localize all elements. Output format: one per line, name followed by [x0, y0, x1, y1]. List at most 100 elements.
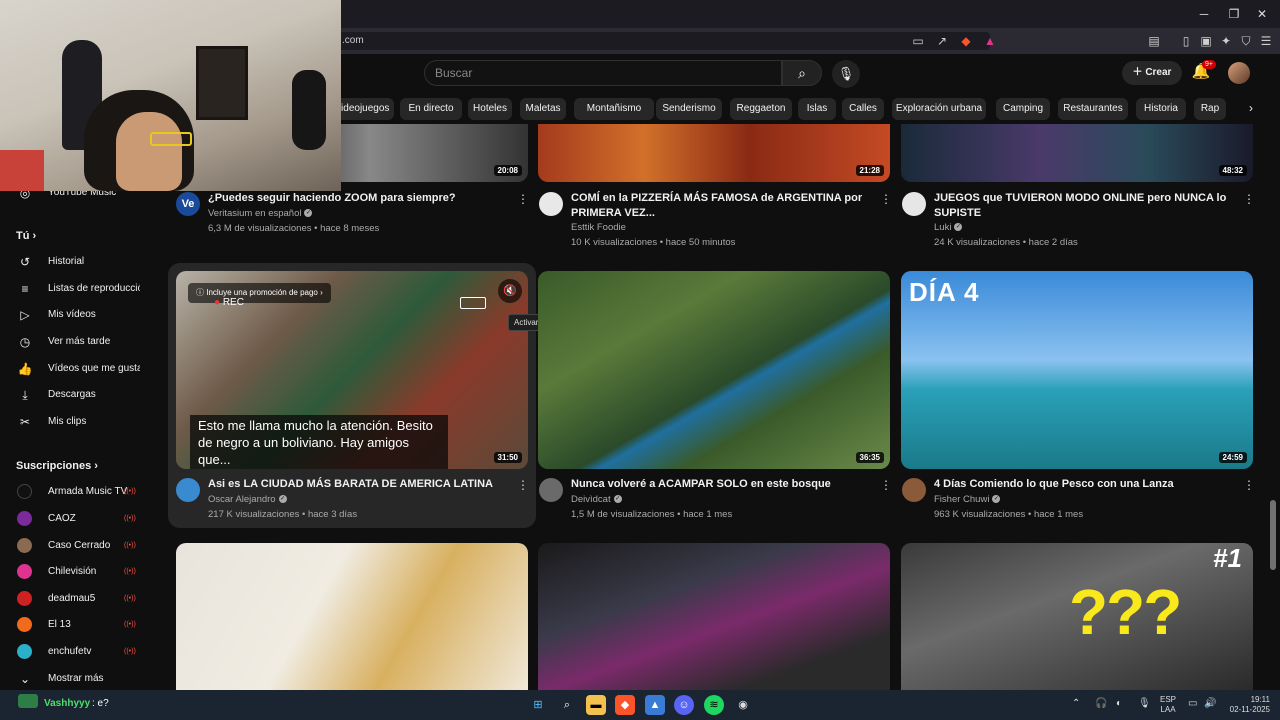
- channel-avatar[interactable]: [539, 192, 563, 216]
- photos-icon[interactable]: ▲: [645, 695, 665, 715]
- microphone-tray-icon[interactable]: 🎙: [1138, 698, 1151, 709]
- steam-icon[interactable]: ◐: [1116, 698, 1122, 709]
- volume-icon[interactable]: 🔊: [1204, 698, 1216, 709]
- clock[interactable]: 19:11 02-11-2025: [1226, 695, 1270, 715]
- more-options-icon[interactable]: ⋮: [1243, 192, 1255, 206]
- channel-avatar[interactable]: [902, 192, 926, 216]
- cast-icon[interactable]: ▭: [910, 33, 926, 49]
- video-thumbnail[interactable]: 36:35: [538, 271, 890, 469]
- brave-rewards-icon[interactable]: ▲: [982, 33, 998, 49]
- file-explorer-icon[interactable]: ▬: [586, 695, 606, 715]
- subscription-caoz[interactable]: CAOZ ((•)): [0, 506, 160, 532]
- chip-restaurantes[interactable]: Restaurantes: [1058, 98, 1128, 120]
- chip-maletas[interactable]: Maletas: [520, 98, 566, 120]
- video-preview[interactable]: ⓘ Incluye una promoción de pago › ● REC …: [176, 271, 528, 469]
- channel-name[interactable]: Deivìdcat ✓: [571, 492, 622, 507]
- you-heading[interactable]: Tú ›: [16, 230, 36, 242]
- chip-rap[interactable]: Rap: [1194, 98, 1226, 120]
- channel-avatar[interactable]: Ve: [176, 192, 200, 216]
- chip-reggaeton[interactable]: Reggaeton: [730, 98, 792, 120]
- close-icon[interactable]: ✕: [1254, 6, 1270, 22]
- channel-avatar[interactable]: [176, 478, 200, 502]
- subscription-el-13[interactable]: El 13 ((•)): [0, 612, 160, 638]
- channel-name[interactable]: Fisher Chuwi ✓: [934, 492, 1001, 507]
- channel-avatar[interactable]: [902, 478, 926, 502]
- chip-montanismo[interactable]: Montañismo: [574, 98, 654, 120]
- chip-exploracion-urbana[interactable]: Exploración urbana: [892, 98, 986, 120]
- chevron-up-icon[interactable]: ⌃: [1072, 698, 1080, 709]
- reader-icon[interactable]: ▤: [1146, 33, 1162, 49]
- show-more-button[interactable]: ⌄ Mostrar más: [0, 666, 160, 692]
- subscription-caso-cerrado[interactable]: Caso Cerrado ((•)): [0, 533, 160, 559]
- chips-next-button[interactable]: ›: [1240, 97, 1262, 119]
- more-options-icon[interactable]: ⋮: [517, 478, 529, 492]
- chip-calles[interactable]: Calles: [842, 98, 884, 120]
- video-thumbnail[interactable]: #1 ???: [901, 543, 1253, 690]
- subscription-armada-music-tv[interactable]: Armada Music TV ((•)): [0, 479, 160, 505]
- video-thumbnail[interactable]: 21:28: [538, 124, 890, 182]
- more-options-icon[interactable]: ⋮: [880, 478, 892, 492]
- taskbar-search-icon[interactable]: ⌕: [557, 695, 577, 715]
- video-thumbnail[interactable]: DÍA 4 24:59: [901, 271, 1253, 469]
- channel-name[interactable]: Esttik Foodie: [571, 220, 626, 235]
- channel-avatar[interactable]: [539, 478, 563, 502]
- video-thumbnail[interactable]: [538, 543, 890, 690]
- video-thumbnail[interactable]: 48:32: [901, 124, 1253, 182]
- create-button[interactable]: ＋ Crear: [1122, 61, 1182, 85]
- language-indicator[interactable]: ESP LAA: [1160, 695, 1176, 715]
- spotify-icon[interactable]: ≋: [704, 695, 724, 715]
- video-title[interactable]: Nunca volveré a ACAMPAR SOLO en este bos…: [571, 477, 867, 492]
- subscription-chilevision[interactable]: Chilevisión ((•)): [0, 559, 160, 585]
- video-title[interactable]: ¿Puedes seguir haciendo ZOOM para siempr…: [208, 191, 504, 206]
- restore-icon[interactable]: ❐: [1226, 6, 1242, 22]
- chip-senderismo[interactable]: Senderismo: [656, 98, 722, 120]
- video-title[interactable]: 4 Días Comiendo lo que Pesco con una Lan…: [934, 477, 1230, 492]
- sidebar-item-liked[interactable]: 👍 Vídeos que me gustan: [0, 356, 160, 382]
- video-title[interactable]: JUEGOS que TUVIERON MODO ONLINE pero NUN…: [934, 191, 1230, 221]
- discord-icon[interactable]: ☺: [674, 695, 694, 715]
- more-options-icon[interactable]: ⋮: [1243, 478, 1255, 492]
- minimize-icon[interactable]: ─: [1196, 6, 1212, 22]
- address-bar[interactable]: .com: [330, 32, 990, 50]
- chip-hoteles[interactable]: Hoteles: [468, 98, 512, 120]
- more-options-icon[interactable]: ⋮: [880, 192, 892, 206]
- subscription-enchufetv[interactable]: enchufetv ((•)): [0, 639, 160, 665]
- sidebar-item-my-videos[interactable]: ▷ Mis vídeos: [0, 302, 160, 328]
- search-button[interactable]: ⌕: [782, 60, 822, 86]
- subscription-deadmau5[interactable]: deadmau5 ((•)): [0, 586, 160, 612]
- paid-promotion-badge[interactable]: ⓘ Incluye una promoción de pago ›: [188, 283, 331, 303]
- channel-name[interactable]: Oscar Alejandro ✓: [208, 492, 287, 507]
- wallet-icon[interactable]: ▣: [1198, 33, 1214, 49]
- sidebar-item-historial[interactable]: ↺ Historial: [0, 249, 160, 275]
- sidebar-item-watch-later[interactable]: ◷ Ver más tarde: [0, 329, 160, 355]
- obs-icon[interactable]: ◉: [733, 695, 753, 715]
- channel-name[interactable]: Luki ✓: [934, 220, 963, 235]
- chip-historia[interactable]: Historia: [1136, 98, 1186, 120]
- chip-camping[interactable]: Camping: [996, 98, 1050, 120]
- chip-en-directo[interactable]: En directo: [400, 98, 462, 120]
- vpn-icon[interactable]: ⛉: [1238, 33, 1254, 49]
- network-icon[interactable]: ▭: [1188, 698, 1197, 709]
- leo-ai-icon[interactable]: ✦: [1218, 33, 1234, 49]
- share-icon[interactable]: ↗: [934, 33, 950, 49]
- subscriptions-heading[interactable]: Suscripciones ›: [16, 460, 98, 472]
- sidebar-item-downloads[interactable]: ⤓ Descargas: [0, 382, 160, 408]
- more-options-icon[interactable]: ⋮: [517, 192, 529, 206]
- brave-browser-icon[interactable]: ◆: [615, 695, 635, 715]
- search-input[interactable]: Buscar: [424, 60, 782, 86]
- unmute-button[interactable]: 🔇: [498, 279, 522, 303]
- channel-name[interactable]: Veritasium en español ✓: [208, 206, 313, 221]
- avatar[interactable]: [1228, 62, 1250, 84]
- headset-icon[interactable]: 🎧: [1095, 698, 1107, 709]
- sidebar-icon[interactable]: ▯: [1178, 33, 1194, 49]
- video-thumbnail[interactable]: [176, 543, 528, 690]
- voice-search-button[interactable]: 🎙: [832, 60, 860, 88]
- sidebar-item-playlists[interactable]: ≡ Listas de reproducción: [0, 276, 160, 302]
- brave-shields-icon[interactable]: ◆: [958, 33, 974, 49]
- video-title[interactable]: COMÍ en la PIZZERÍA MÁS FAMOSA de ARGENT…: [571, 191, 867, 221]
- sidebar-item-clips[interactable]: ✂ Mis clips: [0, 409, 160, 435]
- video-title[interactable]: Asi es LA CIUDAD MÁS BARATA DE AMERICA L…: [208, 477, 504, 492]
- chip-islas[interactable]: Islas: [798, 98, 836, 120]
- menu-icon[interactable]: ☰: [1258, 33, 1274, 49]
- scrollbar-thumb[interactable]: [1270, 500, 1276, 570]
